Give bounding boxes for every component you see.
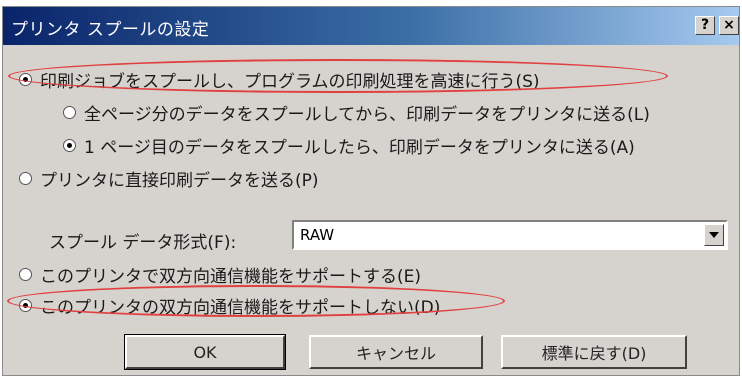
spool-format-label: スプール データ形式(F):: [49, 233, 237, 253]
radio-bidi-enable[interactable]: [19, 268, 32, 281]
option-direct-label: プリンタに直接印刷データを送る(P): [40, 171, 319, 191]
radio-after-first-page[interactable]: [63, 139, 76, 152]
option-bidi-disable[interactable]: このプリンタの双方向通信機能をサポートしない(D): [19, 293, 440, 318]
ok-button[interactable]: OK: [124, 334, 286, 370]
option-bidi-enable-label: このプリンタで双方向通信機能をサポートする(E): [40, 267, 422, 287]
help-button[interactable]: ?: [695, 16, 715, 35]
option-bidi-disable-label: このプリンタの双方向通信機能をサポートしない(D): [40, 298, 441, 318]
printer-spool-settings-dialog: プリンタ スプールの設定 ? × 印刷ジョブをスプールし、プログラムの印刷処理を…: [2, 6, 740, 376]
restore-defaults-button[interactable]: 標準に戻す(D): [501, 335, 687, 369]
radio-bidi-disable[interactable]: [19, 299, 32, 312]
option-spool[interactable]: 印刷ジョブをスプールし、プログラムの印刷処理を高速に行う(S): [19, 67, 540, 92]
close-button[interactable]: ×: [719, 16, 739, 35]
title-bar[interactable]: プリンタ スプールの設定 ? ×: [3, 7, 739, 45]
option-after-all-pages[interactable]: 全ページ分のデータをスプールしてから、印刷データをプリンタに送る(L): [63, 100, 650, 125]
option-bidi-enable[interactable]: このプリンタで双方向通信機能をサポートする(E): [19, 262, 421, 287]
spool-format-value: RAW: [300, 226, 335, 244]
option-direct[interactable]: プリンタに直接印刷データを送る(P): [19, 166, 319, 191]
option-after-first-page-label: 1 ページ目のデータをスプールしたら、印刷データをプリンタに送る(A): [84, 138, 635, 158]
radio-direct[interactable]: [19, 172, 32, 185]
chevron-down-icon[interactable]: [704, 224, 724, 246]
radio-spool[interactable]: [19, 73, 32, 86]
spool-format-select[interactable]: RAW: [292, 220, 728, 250]
radio-after-all-pages[interactable]: [63, 106, 76, 119]
option-spool-label: 印刷ジョブをスプールし、プログラムの印刷処理を高速に行う(S): [40, 72, 540, 92]
option-after-all-pages-label: 全ページ分のデータをスプールしてから、印刷データをプリンタに送る(L): [84, 105, 650, 125]
option-after-first-page[interactable]: 1 ページ目のデータをスプールしたら、印刷データをプリンタに送る(A): [63, 133, 635, 158]
window-title: プリンタ スプールの設定: [11, 20, 210, 40]
cancel-button[interactable]: キャンセル: [309, 335, 483, 369]
